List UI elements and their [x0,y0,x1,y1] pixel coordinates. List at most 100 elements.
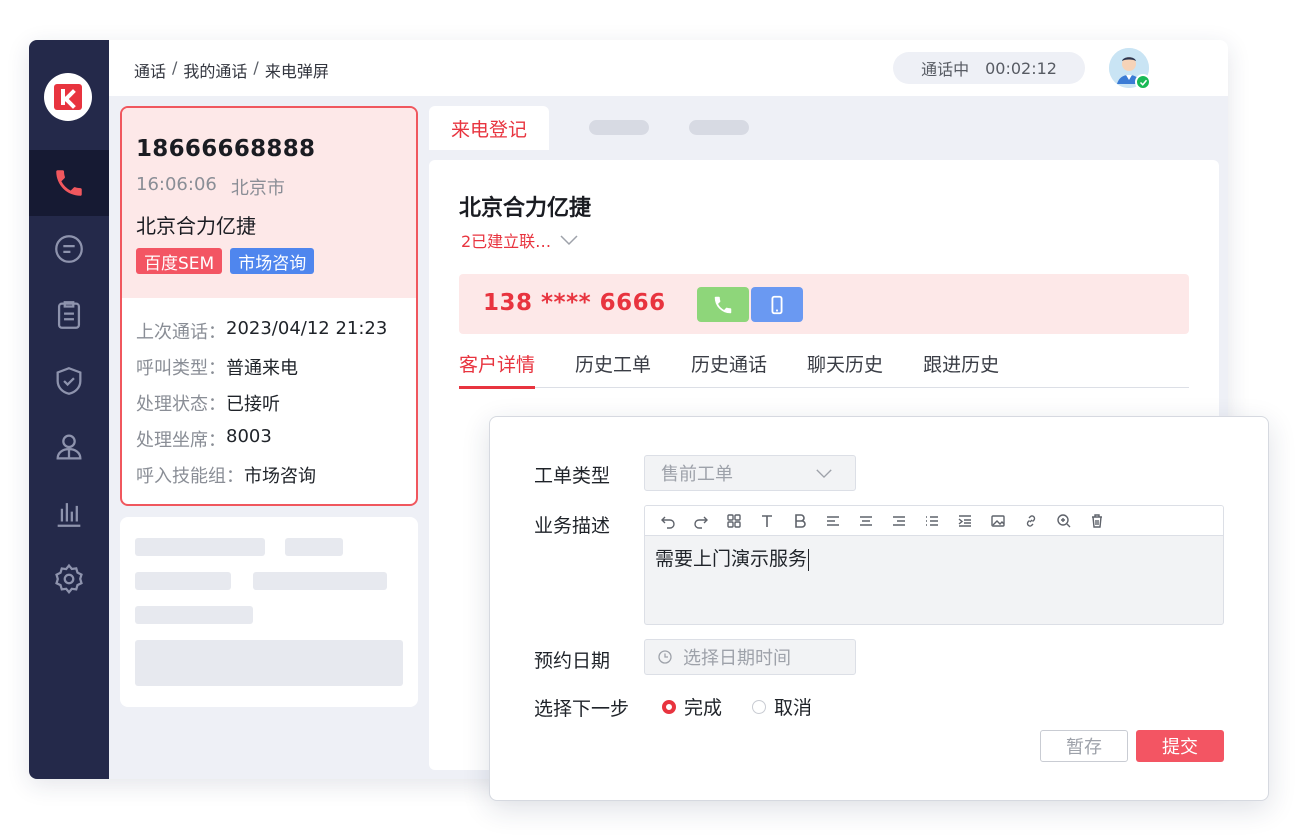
bar-chart-icon [57,503,81,527]
next-step-radio-group: 完成 取消 [662,693,812,720]
call-city: 北京市 [230,178,285,199]
radio-cancel[interactable]: 取消 [752,693,812,720]
customer-status-dropdown[interactable]: 2已建立联… [461,228,579,252]
call-timer: 00:02:12 [985,58,1057,78]
breadcrumb-item: 来电弹屏 [264,62,329,81]
customer-status: 2已建立联… [461,232,552,251]
redo-icon[interactable] [692,512,710,530]
undo-icon[interactable] [659,512,677,530]
clock-icon [658,650,672,664]
chat-icon [55,235,83,263]
skeleton-line [135,572,231,590]
caller-company: 北京合力亿捷 [136,214,256,238]
detail-row: 处理坐席： 8003 [136,426,272,451]
tab-history-tickets[interactable]: 历史工单 [575,350,651,388]
online-check-icon [1135,74,1151,90]
tab-placeholder[interactable] [589,120,649,135]
phone-icon [714,296,732,313]
nav-contacts[interactable] [29,414,109,480]
save-draft-button[interactable]: 暂存 [1040,730,1128,762]
nav-settings[interactable] [29,546,109,612]
shield-icon [56,367,82,395]
tab-followup-history[interactable]: 跟进历史 [923,350,999,388]
gear-icon [55,563,83,594]
call-status: 通话中 [921,60,970,79]
nav-security[interactable] [29,348,109,414]
users-icon [56,434,82,460]
dial-button[interactable] [697,287,749,322]
radio-complete[interactable]: 完成 [662,693,722,720]
text-caret [808,548,810,571]
phone-bar: 138 **** 6666 [459,274,1189,334]
brand-logo [44,73,92,121]
detail-row: 呼叫类型： 普通来电 [136,358,298,379]
clipboard-icon [57,301,81,329]
description-value: 需要上门演示服务 [655,548,808,570]
date-placeholder: 选择日期时间 [683,648,791,669]
description-editor[interactable]: 需要上门演示服务 [644,505,1224,625]
date-label: 预约日期 [534,650,611,672]
nav-ticket[interactable] [29,282,109,348]
incoming-call-card[interactable]: 18666668888 16:06:06 北京市 北京合力亿捷 百度SEM 市场… [120,106,418,506]
description-label: 业务描述 [534,515,611,537]
tag-category: 市场咨询 [230,248,315,274]
tab-history-calls[interactable]: 历史通话 [691,350,767,388]
sidebar [29,40,109,779]
trash-icon[interactable] [1088,512,1106,530]
ticket-type-label: 工单类型 [534,465,611,487]
bold-icon[interactable] [791,512,809,530]
ticket-form: 工单类型 售前工单 业务描述 需要上门演示服务 预约日期 选择日期时间 选择下一… [489,416,1269,801]
call-status-pill: 通话中 00:02:12 [893,52,1085,84]
caller-number: 18666668888 [136,136,316,162]
tab-chat-history[interactable]: 聊天历史 [807,350,883,388]
align-center-icon[interactable] [857,512,875,530]
align-left-icon[interactable] [824,512,842,530]
indent-icon[interactable] [956,512,974,530]
tab-call-register[interactable]: 来电登记 [429,106,549,150]
tag-source: 百度SEM [136,248,223,274]
nav-reports[interactable] [29,480,109,546]
detail-row: 呼入技能组： 市场咨询 [136,466,316,487]
text-format-icon[interactable] [758,512,776,530]
description-text[interactable]: 需要上门演示服务 [645,536,1223,579]
phone-icon [56,170,82,196]
skeleton-line [285,538,343,556]
radio-label: 取消 [774,697,813,719]
list-icon[interactable] [923,512,941,530]
customer-tabs: 客户详情 历史工单 历史通话 聊天历史 跟进历史 [459,350,1189,389]
chevron-down-icon [816,468,832,478]
breadcrumb-item[interactable]: 我的通话 [183,58,247,82]
radio-unchecked-icon [752,699,767,714]
tab-customer-detail[interactable]: 客户详情 [459,350,536,389]
editor-toolbar [645,506,1223,536]
breadcrumb: 通话 / 我的通话 / 来电弹屏 [134,58,329,82]
next-step-label: 选择下一步 [534,698,630,720]
align-right-icon[interactable] [890,512,908,530]
top-header: 通话 / 我的通话 / 来电弹屏 通话中 00:02:12 [109,40,1228,96]
avatar[interactable] [1109,48,1151,90]
mobile-button[interactable] [751,287,803,322]
radio-label: 完成 [684,697,723,719]
zoom-in-icon[interactable] [1055,512,1073,530]
grid-icon[interactable] [725,512,743,530]
call-time: 16:06:06 [136,174,217,195]
skeleton-line [135,606,253,624]
date-picker[interactable]: 选择日期时间 [644,639,856,675]
radio-checked-icon [662,699,676,714]
breadcrumb-item[interactable]: 通话 [134,58,166,82]
ticket-type-value: 售前工单 [661,464,733,485]
link-icon[interactable] [1022,512,1040,530]
tab-placeholder[interactable] [689,120,749,135]
nav-chat[interactable] [29,216,109,282]
masked-phone: 138 **** 6666 [483,290,666,316]
chevron-down-icon [560,235,578,246]
skeleton-card [120,517,418,707]
mobile-icon [771,295,783,314]
submit-button[interactable]: 提交 [1136,730,1224,762]
skeleton-line [253,572,387,590]
nav-phone[interactable] [29,150,109,216]
ticket-type-select[interactable]: 售前工单 [644,455,856,491]
call-details: 上次通话： 2023/04/12 21:23 呼叫类型： 普通来电 处理状态： 已接听… [122,298,416,498]
image-icon[interactable] [989,512,1007,530]
skeleton-block [135,640,403,686]
